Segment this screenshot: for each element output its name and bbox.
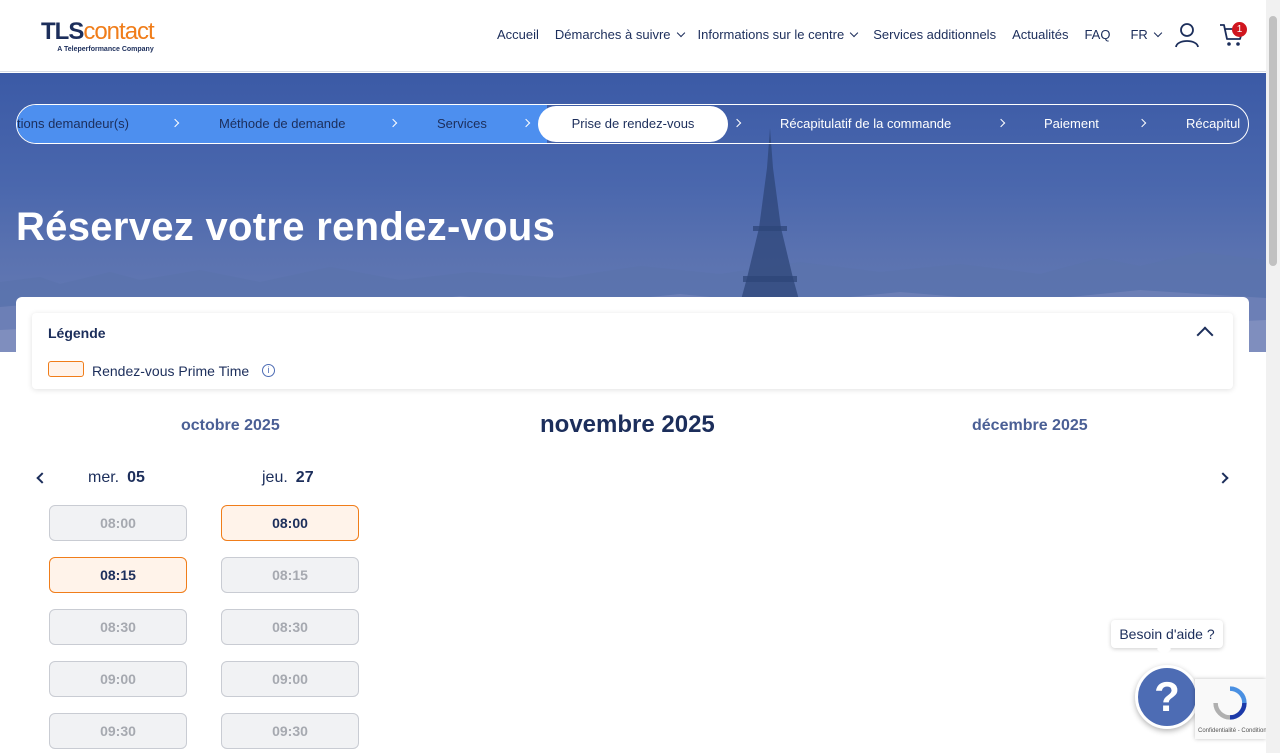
day-header: jeu. 27 [262,469,314,487]
time-slot-button: 08:30 [221,609,359,645]
day-header: mer. 05 [88,469,145,487]
prime-time-swatch [48,361,84,377]
day-weekday: mer. [88,469,120,486]
chevron-right-icon[interactable] [1217,472,1229,484]
logo-tagline: A Teleperformance Company [57,46,154,53]
time-slot-button[interactable]: 08:00 [221,505,359,541]
scrollbar-thumb[interactable] [1269,16,1277,266]
nav-label: Services additionnels [873,27,997,42]
main-nav: Accueil Démarches à suivre Informations … [497,27,1163,42]
month-current: novembre 2025 [540,411,715,438]
chevron-right-icon [732,118,742,128]
nav-label: Démarches à suivre [554,27,671,42]
time-slot-button: 08:15 [221,557,359,593]
time-slot-button: 09:00 [221,661,359,697]
nav-label: FAQ [1084,27,1111,42]
time-slot-button: 08:30 [49,609,187,645]
cart-count-badge: 1 [1232,22,1247,37]
progress-stepper: tions demandeur(s) Méthode de demande Se… [16,104,1249,144]
chevron-left-icon[interactable] [36,472,48,484]
help-tooltip: Besoin d'aide ? [1111,620,1223,648]
legend-panel: Légende Rendez-vous Prime Time i [32,313,1233,389]
recaptcha-links[interactable]: Confidentialité - Conditions [1198,728,1270,734]
nav-label: Accueil [497,27,539,42]
info-icon[interactable]: i [262,364,275,377]
day-date: 27 [295,469,314,486]
nav-accueil[interactable]: Accueil [497,27,539,42]
step-recapitulatif-commande: Récapitulatif de la commande [780,116,952,131]
recaptcha-icon [1213,686,1247,720]
step-informations-demandeurs[interactable]: tions demandeur(s) [17,105,129,143]
time-slot-button: 08:00 [49,505,187,541]
nav-label: Informations sur le centre [697,27,845,42]
month-next[interactable]: décembre 2025 [972,417,1088,435]
recaptcha-badge[interactable]: Confidentialité - Conditions [1195,679,1270,739]
legend-title: Légende [48,325,106,341]
chevron-right-icon [1137,118,1147,128]
nav-services-additionnels[interactable]: Services additionnels [873,27,996,42]
chevron-down-icon [1153,28,1163,38]
nav-actualites[interactable]: Actualités [1012,27,1068,42]
time-slot-button: 09:00 [49,661,187,697]
day-weekday: jeu. [262,469,288,486]
page-scrollbar[interactable] [1266,0,1280,753]
step-services[interactable]: Services [437,105,487,143]
step-paiement: Paiement [1044,116,1099,131]
user-account-icon[interactable] [1174,22,1200,48]
logo-text-contact: contact [83,18,154,45]
step-prise-rendez-vous[interactable]: Prise de rendez-vous [538,106,728,142]
day-date: 05 [127,469,145,486]
help-button[interactable]: ? [1135,665,1199,729]
chevron-up-icon[interactable] [1196,326,1214,344]
time-slot-button: 09:30 [49,713,187,749]
nav-label: FR [1130,27,1148,42]
month-prev[interactable]: octobre 2025 [181,417,280,435]
language-selector[interactable]: FR [1130,27,1163,42]
nav-informations-centre[interactable]: Informations sur le centre [697,27,859,42]
time-slot-button: 09:30 [221,713,359,749]
step-recapitulatif: Récapitul [1186,116,1241,131]
time-slot-button[interactable]: 08:15 [49,557,187,593]
nav-label: Actualités [1012,27,1069,42]
tlscontact-logo[interactable]: TLScontact A Teleperformance Company [41,18,155,54]
site-header: TLScontact A Teleperformance Company Acc… [0,0,1266,72]
chevron-right-icon [996,118,1006,128]
nav-faq[interactable]: FAQ [1084,27,1110,42]
chevron-down-icon [676,28,685,38]
page-title: Réservez votre rendez-vous [16,205,556,249]
logo-text-tls: TLS [41,18,84,45]
legend-prime-time-label: Rendez-vous Prime Time [92,363,250,379]
nav-demarches[interactable]: Démarches à suivre [554,27,685,42]
appointment-card: Légende Rendez-vous Prime Time i octobre… [16,297,1249,753]
chevron-down-icon [849,28,859,38]
step-methode-demande[interactable]: Méthode de demande [219,105,345,143]
